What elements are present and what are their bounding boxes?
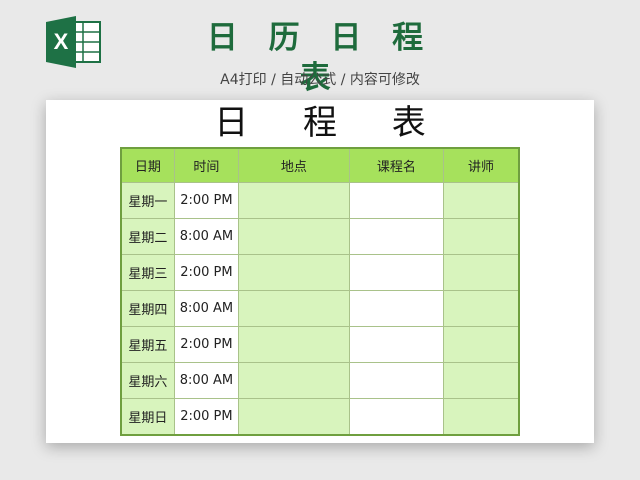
course-cell[interactable]: [348, 362, 445, 399]
place-cell[interactable]: [238, 254, 350, 291]
excel-icon: X: [46, 16, 101, 68]
teacher-cell[interactable]: [443, 362, 520, 399]
excel-logo-letter: X: [54, 29, 69, 54]
course-cell[interactable]: [348, 398, 445, 436]
teacher-cell[interactable]: [443, 254, 520, 291]
sheet-title: 日 程 表: [214, 103, 448, 143]
time-cell[interactable]: 2:00 PM: [173, 398, 240, 436]
table-row: 星期六 8:00 AM: [120, 362, 520, 399]
place-cell[interactable]: [238, 218, 350, 255]
course-cell[interactable]: [348, 326, 445, 363]
time-cell[interactable]: 8:00 AM: [173, 290, 240, 327]
place-cell[interactable]: [238, 326, 350, 363]
header-course[interactable]: 课程名: [348, 147, 445, 183]
header-time[interactable]: 时间: [173, 147, 240, 183]
table-row: 星期五 2:00 PM: [120, 326, 520, 363]
day-cell[interactable]: 星期二: [120, 218, 175, 255]
header-date[interactable]: 日期: [120, 147, 175, 183]
teacher-cell[interactable]: [443, 290, 520, 327]
day-cell[interactable]: 星期三: [120, 254, 175, 291]
day-cell[interactable]: 星期六: [120, 362, 175, 399]
banner: X 日 历 日 程 表 A4打印 / 自动公式 / 内容可修改: [0, 0, 640, 100]
day-cell[interactable]: 星期五: [120, 326, 175, 363]
time-cell[interactable]: 2:00 PM: [173, 182, 240, 219]
course-cell[interactable]: [348, 182, 445, 219]
course-cell[interactable]: [348, 254, 445, 291]
place-cell[interactable]: [238, 362, 350, 399]
teacher-cell[interactable]: [443, 398, 520, 436]
table-header-row: 日期 时间 地点 课程名 讲师: [120, 147, 520, 183]
course-cell[interactable]: [348, 218, 445, 255]
table-row: 星期四 8:00 AM: [120, 290, 520, 327]
day-cell[interactable]: 星期四: [120, 290, 175, 327]
place-cell[interactable]: [238, 290, 350, 327]
teacher-cell[interactable]: [443, 218, 520, 255]
table-row: 星期二 8:00 AM: [120, 218, 520, 255]
place-cell[interactable]: [238, 182, 350, 219]
header-place[interactable]: 地点: [238, 147, 350, 183]
place-cell[interactable]: [238, 398, 350, 436]
course-cell[interactable]: [348, 290, 445, 327]
teacher-cell[interactable]: [443, 326, 520, 363]
table-row: 星期三 2:00 PM: [120, 254, 520, 291]
time-cell[interactable]: 2:00 PM: [173, 326, 240, 363]
day-cell[interactable]: 星期一: [120, 182, 175, 219]
spreadsheet-preview: 日 程 表 日期 时间 地点 课程名 讲师 星期一 2:00 PM 星期二 8:…: [46, 100, 594, 443]
day-cell[interactable]: 星期日: [120, 398, 175, 436]
teacher-cell[interactable]: [443, 182, 520, 219]
time-cell[interactable]: 8:00 AM: [173, 362, 240, 399]
schedule-table: 日期 时间 地点 课程名 讲师 星期一 2:00 PM 星期二 8:00 AM: [120, 147, 520, 436]
time-cell[interactable]: 2:00 PM: [173, 254, 240, 291]
table-row: 星期日 2:00 PM: [120, 398, 520, 436]
header-teacher[interactable]: 讲师: [443, 147, 520, 183]
table-row: 星期一 2:00 PM: [120, 182, 520, 219]
time-cell[interactable]: 8:00 AM: [173, 218, 240, 255]
subtitle: A4打印 / 自动公式 / 内容可修改: [220, 72, 420, 88]
